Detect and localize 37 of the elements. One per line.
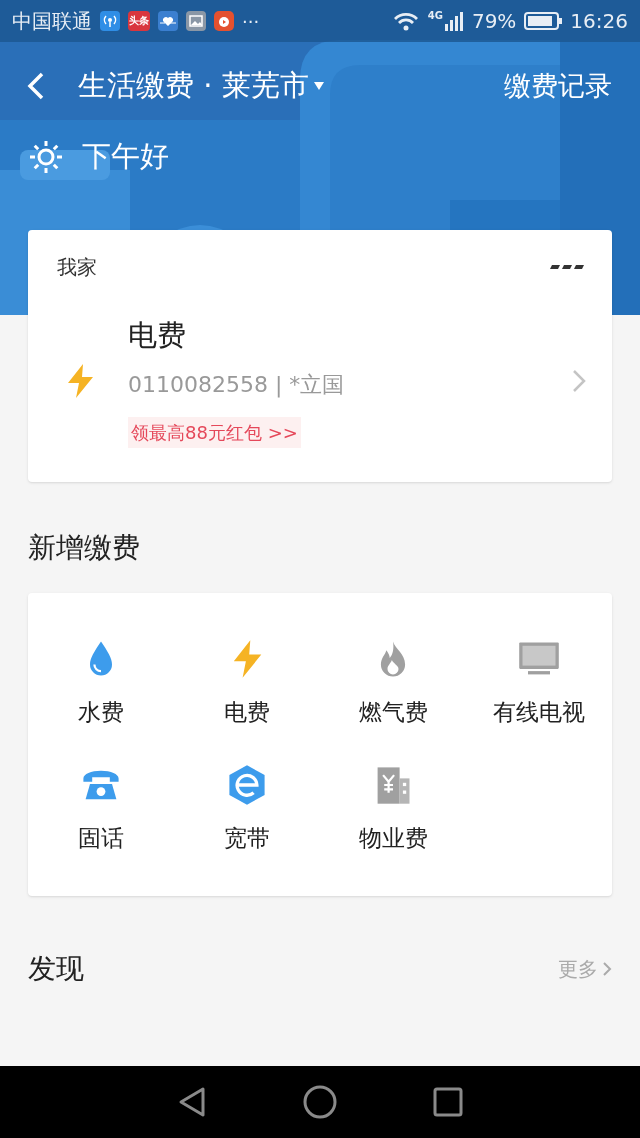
battery-percent: 79% [471, 8, 517, 35]
payment-type-item[interactable]: 电费 [174, 636, 320, 729]
payment-type-item[interactable]: 燃气费 [320, 636, 466, 729]
payment-type-item[interactable]: 有线电视 [466, 636, 612, 729]
payment-type-item[interactable]: 水费 [28, 636, 174, 729]
chevron-right-icon [602, 960, 612, 977]
account-info: 0110082558 | *立国 [128, 370, 345, 400]
hotspot-icon [100, 11, 120, 31]
home-nav-icon[interactable] [303, 1085, 337, 1119]
bill-name: 电费 [128, 317, 186, 354]
battery-icon [524, 12, 563, 30]
payment-type-item[interactable]: 固话 [28, 763, 174, 856]
play-icon [214, 11, 234, 31]
clock-time: 16:26 [570, 8, 628, 35]
more-options-icon [550, 264, 584, 270]
dropdown-caret-icon [312, 81, 325, 91]
sun-icon [28, 138, 64, 175]
signal-icon [443, 11, 464, 31]
chevron-right-icon [572, 368, 586, 393]
greeting: 下午好 [82, 138, 169, 175]
more-notifications: ··· [242, 9, 260, 34]
news-app-icon: 头条 [128, 11, 150, 31]
carrier-name: 中国联通 [12, 8, 92, 35]
payment-history-link[interactable]: 缴费记录 [504, 65, 612, 107]
recents-nav-icon[interactable] [433, 1087, 463, 1117]
city-selector[interactable]: 生活缴费 · 莱芜市 [78, 64, 325, 108]
group-name: 我家 [57, 254, 97, 281]
payment-type-item[interactable]: 宽带 [174, 763, 320, 856]
section-title: 新增缴费 [28, 529, 140, 566]
image-icon [186, 11, 206, 31]
section-title: 发现 [28, 950, 84, 987]
bill-row[interactable]: 电费 0110082558 | *立国 领最高88元红包 >> [28, 282, 612, 482]
back-icon [26, 71, 46, 101]
network-type: 4G [427, 11, 443, 21]
promo-tag[interactable]: 领最高88元红包 >> [128, 416, 301, 448]
back-nav-icon[interactable] [177, 1086, 207, 1118]
payment-type-item[interactable]: 物业费 [320, 763, 466, 856]
